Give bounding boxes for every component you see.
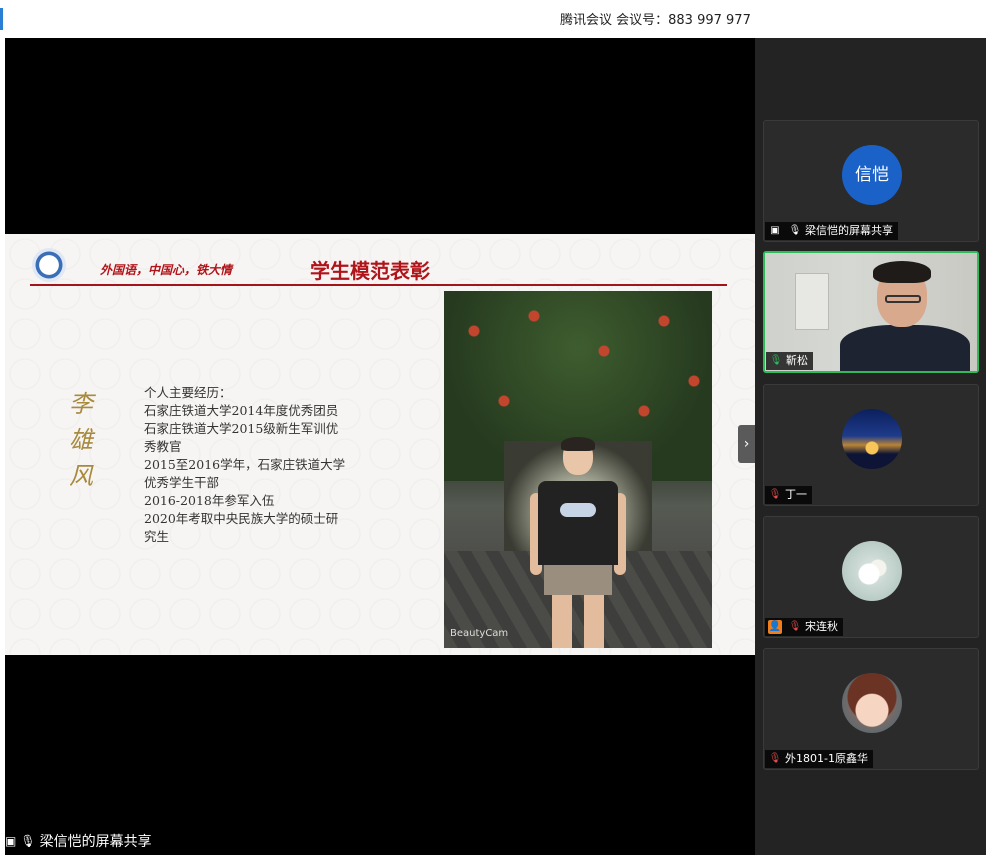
meeting-info: 腾讯会议 会议号：883 997 977 [560, 13, 751, 28]
figure-hair [561, 437, 595, 451]
bio-line: 秀教官 [144, 439, 182, 454]
participant-label: 🎙 丁一 [765, 486, 812, 504]
bio-line: 2016-2018年参军入伍 [144, 493, 275, 508]
slide-slogan: 外国语，中国心，铁大情 [100, 263, 233, 277]
participant-tile-active-speaker[interactable]: 🎙 靳松 [763, 251, 979, 373]
student-bio: 个人主要经历： 石家庄铁道大学2014年度优秀团员 石家庄铁道大学2015级新生… [144, 384, 374, 546]
slide-title: 学生模范表彰 [310, 259, 430, 283]
window-edge-accent [0, 8, 3, 30]
avatar [842, 541, 902, 601]
presentation-slide: 外国语，中国心，铁大情 学生模范表彰 李雄风 个人主要经历： 石家庄铁道大学20… [5, 234, 755, 655]
figure-shirt [538, 481, 618, 565]
student-name-vertical: 李雄风 [69, 390, 93, 490]
screen-share-indicator: ▣ 🎙 梁信恺的屏幕共享 [5, 831, 152, 851]
screen-share-icon: ▣ [770, 225, 780, 236]
chevron-right-icon: › [743, 436, 750, 452]
collapse-sidebar-button[interactable]: › [738, 425, 755, 463]
mic-active-icon: 🎙 [769, 355, 783, 366]
title-divider [30, 284, 727, 286]
participant-label: 🎙 靳松 [766, 352, 813, 370]
participant-name: 丁一 [785, 488, 807, 501]
bio-line: 个人主要经历： [144, 385, 232, 400]
student-figure [530, 437, 626, 648]
bio-line: 石家庄铁道大学2014年度优秀团员 [144, 403, 339, 418]
mic-muted-icon: 🎙 [788, 621, 802, 632]
figure-shirt-logo [560, 503, 596, 517]
figure-shorts [544, 565, 612, 595]
avatar: 信恺 [842, 145, 902, 205]
avatar [842, 409, 902, 469]
title-bar: 腾讯会议 会议号：883 997 977 [0, 0, 986, 38]
video-person-glasses [885, 295, 921, 303]
participant-label: 👤 🎙 宋连秋 [765, 618, 843, 636]
participant-name: 外1801-1原鑫华 [785, 752, 868, 765]
wall-notice [795, 273, 829, 330]
participant-tile[interactable]: 🎙 外1801-1原鑫华 [763, 648, 979, 770]
mic-muted-icon: 🎙 [768, 753, 782, 764]
participant-name: 梁信恺的屏幕共享 [805, 224, 893, 237]
participant-tile[interactable]: 👤 🎙 宋连秋 [763, 516, 979, 638]
avatar [842, 673, 902, 733]
participant-tile[interactable]: 🎙 丁一 [763, 384, 979, 506]
student-photo: BeautyCam [444, 291, 712, 648]
participant-label: 🎙 外1801-1原鑫华 [765, 750, 873, 768]
participant-tile[interactable]: 信恺 ▣ 🎙 梁信恺的屏幕共享 [763, 120, 979, 242]
mic-icon: 🎙 [20, 834, 36, 848]
participant-label: ▣ 🎙 梁信恺的屏幕共享 [765, 222, 898, 240]
bio-line: 究生 [144, 529, 170, 544]
bio-line: 2020年考取中央民族大学的硕士研 [144, 511, 339, 526]
mic-muted-icon: 🎙 [768, 489, 782, 500]
bio-line: 2015至2016学年，石家庄铁道大学 [144, 457, 346, 472]
bio-line: 石家庄铁道大学2015级新生军训优 [144, 421, 339, 436]
photo-watermark: BeautyCam [450, 628, 509, 639]
university-logo [32, 248, 66, 282]
figure-legs [552, 595, 604, 648]
person-icon: 👤 [768, 620, 782, 634]
participant-name: 宋连秋 [805, 620, 838, 633]
video-person-hair [873, 261, 931, 283]
bio-line: 优秀学生干部 [144, 475, 220, 490]
video-person-body [840, 325, 970, 371]
participant-name: 靳松 [786, 354, 808, 367]
mic-icon: 🎙 [788, 225, 802, 236]
screen-share-icon: ▣ [5, 834, 17, 848]
screen-share-owner: 梁信恺的屏幕共享 [39, 834, 152, 850]
